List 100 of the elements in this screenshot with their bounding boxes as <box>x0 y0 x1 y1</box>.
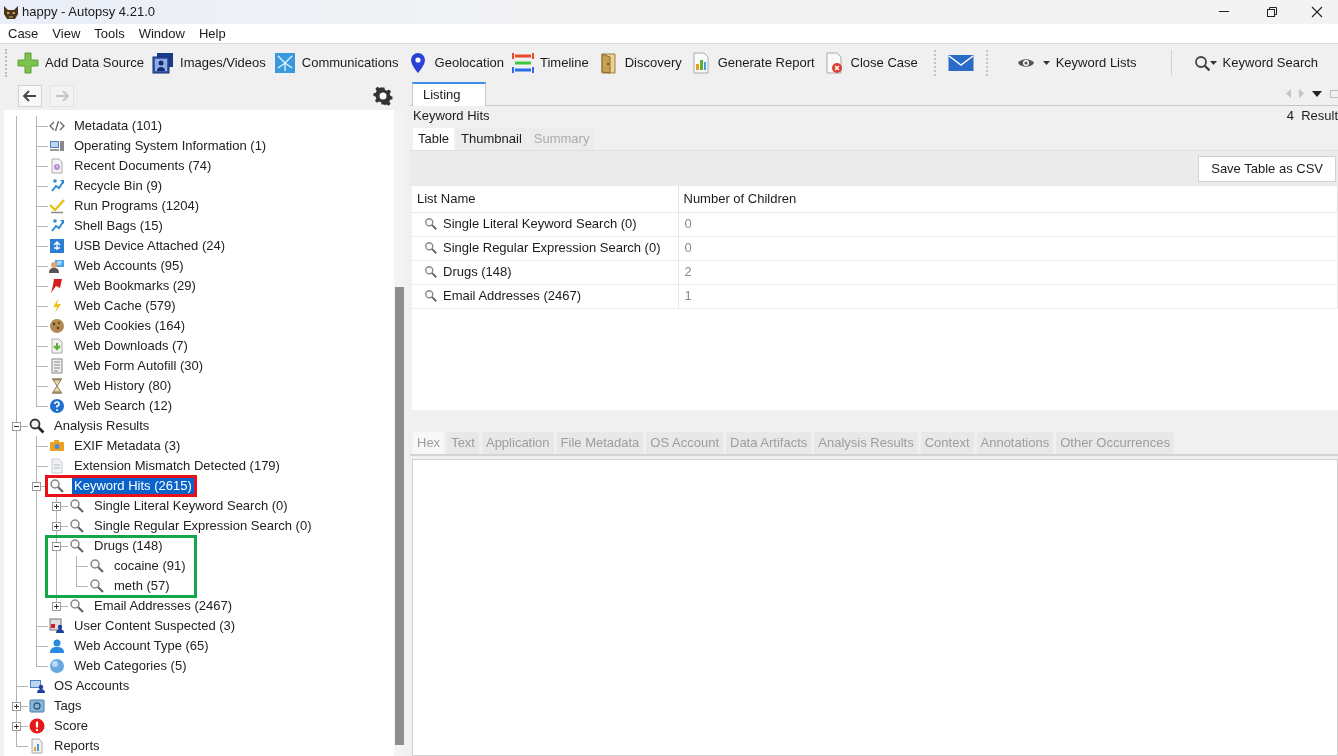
tree-item[interactable]: Web Categories (5) <box>72 657 189 675</box>
tree-item[interactable]: Web History (80) <box>72 377 174 395</box>
tree-item[interactable]: Extension Mismatch Detected (179) <box>72 457 282 475</box>
tree-item[interactable]: Web Downloads (7) <box>72 337 190 355</box>
arrow-right-icon <box>54 88 70 104</box>
expand-icon[interactable] <box>51 521 61 531</box>
expand-icon[interactable] <box>51 501 61 511</box>
window-title: happy - Autopsy 4.21.0 <box>22 4 155 20</box>
tree-item[interactable]: Analysis Results <box>52 417 152 435</box>
list-name: Single Literal Keyword Search (0) <box>443 216 637 232</box>
download-icon <box>49 338 65 354</box>
collapse-icon[interactable] <box>11 421 21 431</box>
tree-item[interactable]: Metadata (101) <box>72 117 165 135</box>
tree-item[interactable]: USB Device Attached (24) <box>72 237 228 255</box>
tree-item[interactable]: User Content Suspected (3) <box>72 617 238 635</box>
tree-item[interactable]: Email Addresses (2467) <box>92 597 234 615</box>
tree-item[interactable]: Score <box>52 717 90 735</box>
envelope-icon[interactable] <box>947 53 974 73</box>
toolbar-button[interactable]: Generate Report <box>685 47 819 79</box>
search-icon <box>424 265 438 279</box>
logo-icon <box>3 4 19 20</box>
menu-item[interactable]: View <box>44 24 87 43</box>
expand-icon[interactable] <box>11 701 21 711</box>
tree-item[interactable]: Web Bookmarks (29) <box>72 277 198 295</box>
toolbar-button[interactable]: Images/Videos <box>148 47 270 79</box>
tree-item[interactable]: OS Accounts <box>52 677 132 695</box>
collapse-icon[interactable] <box>31 481 41 491</box>
plus-icon <box>17 52 39 74</box>
bookmark-icon <box>49 278 65 294</box>
tree-item[interactable]: Run Programs (1204) <box>72 197 201 215</box>
menu-item[interactable]: Tools <box>86 24 131 43</box>
search-icon <box>69 518 85 534</box>
list-name: Drugs (148) <box>443 264 512 280</box>
tree-item[interactable]: Shell Bags (15) <box>72 217 165 235</box>
menu-item[interactable]: Help <box>190 24 232 43</box>
toolbar-button[interactable]: Discovery <box>592 47 686 79</box>
tree-item[interactable]: Web Cookies (164) <box>72 317 188 335</box>
expand-icon[interactable] <box>51 601 61 611</box>
tree-item[interactable]: Web Accounts (95) <box>72 257 186 275</box>
tree-item[interactable]: Web Cache (579) <box>72 297 178 315</box>
tree-item[interactable]: Tags <box>52 697 84 715</box>
restore-icon[interactable] <box>1266 6 1278 18</box>
child-count: 1 <box>684 288 692 304</box>
listing-title: Keyword Hits <box>413 108 490 124</box>
globe-icon <box>49 658 65 674</box>
view-tab[interactable]: Thumbnail <box>456 128 527 150</box>
hourglass-icon <box>49 378 65 394</box>
search-icon <box>424 241 438 255</box>
caret-icon <box>1042 61 1050 65</box>
child-count: 0 <box>684 240 692 256</box>
view-tab[interactable]: Table <box>413 128 455 150</box>
child-count: 0 <box>684 216 692 232</box>
tree-item[interactable]: Web Account Type (65) <box>72 637 211 655</box>
question-icon <box>49 398 65 414</box>
tree-item[interactable]: Single Regular Expression Search (0) <box>92 517 314 535</box>
menu-item[interactable]: Case <box>0 24 45 43</box>
close-icon[interactable] <box>1311 6 1323 18</box>
toolbar-button[interactable]: Close Case <box>818 47 922 79</box>
toolbar-button[interactable]: Geolocation <box>402 47 508 79</box>
tree-item[interactable]: cocaine (91) <box>112 557 188 575</box>
search-icon <box>69 598 85 614</box>
arrow-left-icon <box>22 88 38 104</box>
collapse-icon[interactable] <box>51 541 61 551</box>
toolbar-button[interactable]: Communications <box>269 47 403 79</box>
tree-item[interactable]: Recent Documents (74) <box>72 157 214 175</box>
usb-icon <box>49 238 65 254</box>
toolbar-button[interactable]: Add Data Source <box>13 47 148 79</box>
settings-icon[interactable] <box>373 86 393 106</box>
timeline-icon <box>512 52 534 74</box>
expand-icon[interactable] <box>11 721 21 731</box>
tree-item[interactable]: meth (57) <box>112 577 172 595</box>
tree-item[interactable]: EXIF Metadata (3) <box>72 437 183 455</box>
tree-item[interactable]: Single Literal Keyword Search (0) <box>92 497 290 515</box>
network-icon <box>273 52 296 74</box>
column-header[interactable]: List Name <box>417 190 476 206</box>
tree-item[interactable]: Web Search (12) <box>72 397 175 415</box>
person-card-icon <box>49 258 65 274</box>
panel-tab[interactable]: Listing <box>412 82 486 106</box>
scrollbar-thumb[interactable] <box>395 287 404 745</box>
search-icon <box>49 478 65 494</box>
save-csv-button[interactable]: Save Table as CSV <box>1198 155 1336 182</box>
list-name: Single Regular Expression Search (0) <box>443 240 661 256</box>
down-triangle-icon[interactable] <box>1312 90 1322 97</box>
tree-item[interactable]: Reports <box>52 737 102 755</box>
column-header[interactable]: Number of Children <box>683 190 797 206</box>
caret-icon <box>1209 61 1217 65</box>
photo-stack-icon <box>152 52 174 74</box>
toolbar-button[interactable]: Timeline <box>508 47 593 79</box>
search-icon <box>69 498 85 514</box>
tree-item[interactable]: Web Form Autofill (30) <box>72 357 206 375</box>
back-button[interactable] <box>18 85 42 107</box>
search-icon <box>89 578 105 594</box>
search-icon <box>29 418 45 434</box>
tree-item[interactable]: Recycle Bin (9) <box>72 177 165 195</box>
tree-item[interactable]: Operating System Information (1) <box>72 137 269 155</box>
menu-item[interactable]: Window <box>130 24 191 43</box>
list-name: Email Addresses (2467) <box>443 288 581 304</box>
toolbar-button[interactable]: Keyword Lists <box>1012 47 1141 79</box>
tree-item[interactable]: Drugs (148) <box>92 537 165 555</box>
toolbar-button[interactable]: Keyword Search <box>1189 47 1322 79</box>
